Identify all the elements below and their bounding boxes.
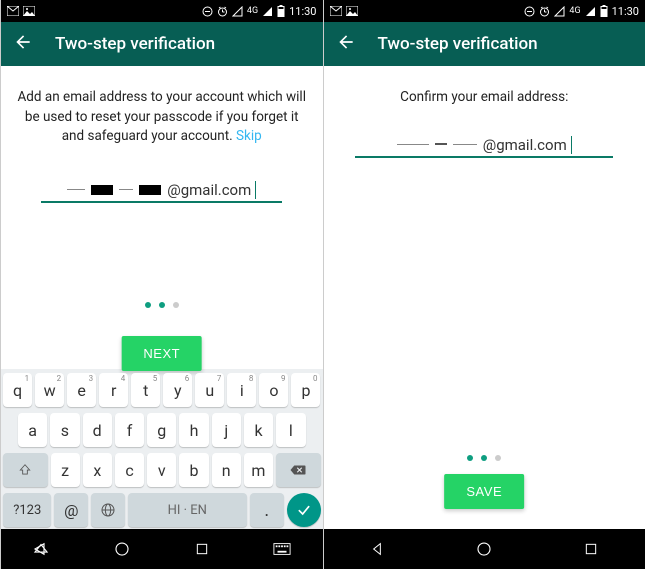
key-v[interactable]: v <box>147 453 176 487</box>
text-cursor <box>571 136 572 154</box>
app-bar-title: Two-step verification <box>378 34 538 54</box>
network-label: 4G <box>569 6 580 16</box>
key-j[interactable]: j <box>212 413 241 447</box>
backspace-key[interactable] <box>276 453 321 487</box>
soft-keyboard: q1w2e3r4t5y6u7i8o9p0 asdfghjkl zxcvbnm ?… <box>1 369 323 529</box>
step-dot <box>159 302 165 308</box>
navigation-bar <box>1 529 323 569</box>
key-c[interactable]: c <box>115 453 144 487</box>
key-f[interactable]: f <box>115 413 144 447</box>
email-input[interactable]: @gmail.com <box>355 130 613 158</box>
picture-icon <box>23 6 35 16</box>
key-u[interactable]: u7 <box>195 373 224 407</box>
key-i[interactable]: i8 <box>227 373 256 407</box>
battery-icon <box>600 5 608 17</box>
key-y[interactable]: y6 <box>163 373 192 407</box>
nav-home-button[interactable] <box>112 539 132 559</box>
status-bar: 4G 11:30 <box>1 0 323 22</box>
signal-triangle-icon <box>554 6 565 17</box>
key-s[interactable]: s <box>50 413 79 447</box>
key-k[interactable]: k <box>244 413 273 447</box>
signal-triangle-icon <box>232 6 243 17</box>
key-l[interactable]: l <box>276 413 305 447</box>
key-m[interactable]: m <box>244 453 273 487</box>
key-t[interactable]: t5 <box>131 373 160 407</box>
key-h[interactable]: h <box>179 413 208 447</box>
key-o[interactable]: o9 <box>259 373 288 407</box>
navigation-bar <box>324 529 645 569</box>
email-input[interactable]: @gmail.com <box>41 175 282 203</box>
nav-recent-button[interactable] <box>192 539 212 559</box>
key-w[interactable]: w2 <box>35 373 64 407</box>
dnd-icon <box>202 6 213 17</box>
email-suffix: @gmail.com <box>483 136 567 154</box>
step-dot <box>173 302 179 308</box>
step-dot <box>481 455 487 461</box>
step-indicator <box>145 302 179 308</box>
back-arrow-icon[interactable] <box>336 32 356 57</box>
redacted-segment <box>91 185 113 195</box>
status-time: 11:30 <box>289 5 316 18</box>
skip-link[interactable]: Skip <box>236 128 262 144</box>
next-button[interactable]: NEXT <box>121 336 202 371</box>
key-a[interactable]: a <box>18 413 47 447</box>
redacted-segment <box>119 188 133 190</box>
key-n[interactable]: n <box>212 453 241 487</box>
back-arrow-icon[interactable] <box>13 32 33 57</box>
symbols-key[interactable]: ?123 <box>3 493 51 527</box>
text-cursor <box>255 181 256 199</box>
app-bar: Two-step verification <box>1 22 323 66</box>
network-label: 4G <box>247 6 258 16</box>
key-d[interactable]: d <box>83 413 112 447</box>
nav-recent-button[interactable] <box>581 539 601 559</box>
gmail-icon <box>330 6 342 16</box>
nav-keyboard-button[interactable] <box>272 539 292 559</box>
key-g[interactable]: g <box>147 413 176 447</box>
alarm-icon <box>539 6 550 17</box>
redacted-segment <box>435 143 447 145</box>
redacted-segment <box>453 143 477 145</box>
signal-icon <box>585 6 596 17</box>
dnd-icon <box>524 6 535 17</box>
step-dot <box>467 455 473 461</box>
redacted-segment <box>67 188 85 190</box>
app-bar-title: Two-step verification <box>55 34 215 54</box>
key-r[interactable]: r4 <box>99 373 128 407</box>
nav-back-button[interactable] <box>31 539 51 559</box>
key-b[interactable]: b <box>179 453 208 487</box>
at-key[interactable]: @ <box>54 493 88 527</box>
picture-icon <box>346 6 358 16</box>
step-indicator <box>467 455 501 461</box>
key-z[interactable]: z <box>51 453 80 487</box>
period-key[interactable]: . <box>250 493 284 527</box>
gmail-icon <box>7 6 19 16</box>
save-button[interactable]: SAVE <box>444 474 524 509</box>
redacted-segment <box>397 143 429 145</box>
space-key[interactable]: HI · EN <box>128 493 247 527</box>
battery-icon <box>277 5 285 17</box>
key-p[interactable]: p0 <box>291 373 320 407</box>
step-dot <box>495 455 501 461</box>
step-dot <box>145 302 151 308</box>
alarm-icon <box>217 6 228 17</box>
enter-key[interactable] <box>287 493 321 527</box>
key-x[interactable]: x <box>83 453 112 487</box>
nav-back-button[interactable] <box>367 539 387 559</box>
status-bar: 4G 11:30 <box>324 0 645 22</box>
email-suffix: @gmail.com <box>167 181 251 199</box>
redacted-segment <box>139 185 161 195</box>
instruction-text: Add an email address to your account whi… <box>15 88 309 147</box>
nav-home-button[interactable] <box>474 539 494 559</box>
globe-key[interactable] <box>91 493 125 527</box>
key-e[interactable]: e3 <box>67 373 96 407</box>
instruction-text: Confirm your email address: <box>400 88 568 108</box>
status-time: 11:30 <box>612 5 639 18</box>
key-q[interactable]: q1 <box>3 373 32 407</box>
signal-icon <box>262 6 273 17</box>
shift-key[interactable] <box>3 453 48 487</box>
app-bar: Two-step verification <box>324 22 645 66</box>
